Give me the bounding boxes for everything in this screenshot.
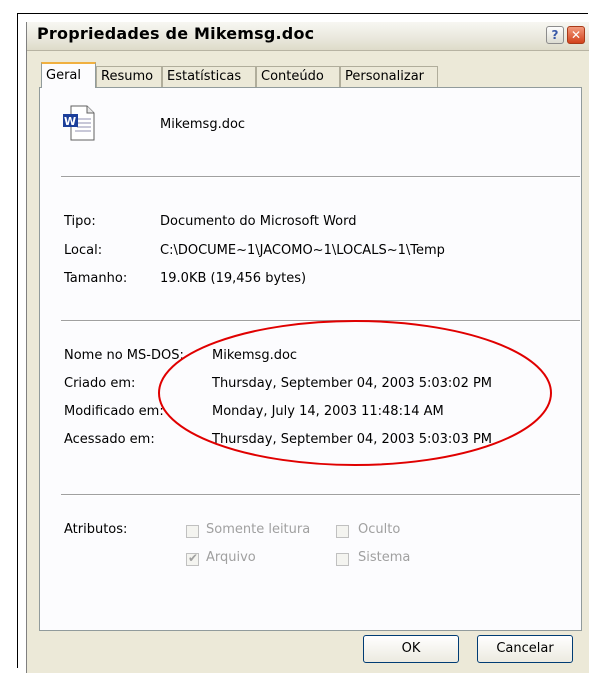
arquivo-checkbox[interactable]: ✔ [186, 551, 199, 566]
sistema-checkbox[interactable] [336, 553, 349, 566]
svg-text:W: W [64, 115, 76, 128]
local-label: Local: [64, 243, 103, 258]
arquivo-label: Arquivo [206, 550, 256, 565]
tamanho-value: 19.0KB (19,456 bytes) [160, 271, 307, 286]
tamanho-label: Tamanho: [64, 271, 128, 286]
oculto-checkbox[interactable] [336, 525, 349, 538]
acessado-label: Acessado em: [64, 432, 155, 447]
local-value: C:\DOCUME~1\JACOMO~1\LOCALS~1\Temp [160, 243, 445, 258]
oculto-label: Oculto [358, 522, 401, 537]
criado-label: Criado em: [64, 376, 136, 391]
ok-button[interactable]: OK [363, 635, 459, 663]
properties-dialog: Propriedades de Mikemsg.doc ? ✕ Geral Re… [26, 22, 589, 673]
help-button[interactable]: ? [546, 26, 564, 44]
sistema-label: Sistema [358, 550, 411, 565]
modificado-value: Monday, July 14, 2003 11:48:14 AM [212, 404, 444, 419]
cancel-button[interactable]: Cancelar [477, 635, 573, 663]
close-button[interactable]: ✕ [567, 26, 585, 44]
tipo-value: Documento do Microsoft Word [160, 214, 357, 229]
tab-estatisticas[interactable]: Estatísticas [162, 66, 256, 87]
separator [61, 320, 580, 322]
acessado-value: Thursday, September 04, 2003 5:03:03 PM [212, 432, 493, 447]
separator [61, 494, 580, 496]
tab-geral[interactable]: Geral [41, 62, 96, 88]
modificado-label: Modificado em: [64, 404, 164, 419]
title-bar[interactable]: Propriedades de Mikemsg.doc ? ✕ [27, 22, 589, 51]
check-mark-icon: ✔ [188, 551, 199, 565]
file-name[interactable]: Mikemsg.doc [160, 117, 245, 132]
atributos-label: Atributos: [64, 522, 128, 537]
general-tab-panel: W Mikemsg.doc Tipo: Documento do Microso… [39, 87, 582, 631]
tab-conteudo[interactable]: Conteúdo [256, 66, 340, 87]
somente-leitura-checkbox[interactable] [186, 525, 199, 538]
somente-leitura-label: Somente leitura [206, 522, 311, 537]
criado-value: Thursday, September 04, 2003 5:03:02 PM [212, 376, 493, 391]
word-document-icon: W [63, 105, 95, 141]
window-title: Propriedades de Mikemsg.doc [37, 24, 315, 43]
tipo-label: Tipo: [64, 214, 96, 229]
msdos-label: Nome no MS-DOS: [64, 348, 184, 363]
msdos-value: Mikemsg.doc [212, 348, 298, 363]
tab-personalizar[interactable]: Personalizar [340, 66, 438, 87]
separator [61, 176, 580, 178]
tab-resumo[interactable]: Resumo [96, 66, 162, 87]
